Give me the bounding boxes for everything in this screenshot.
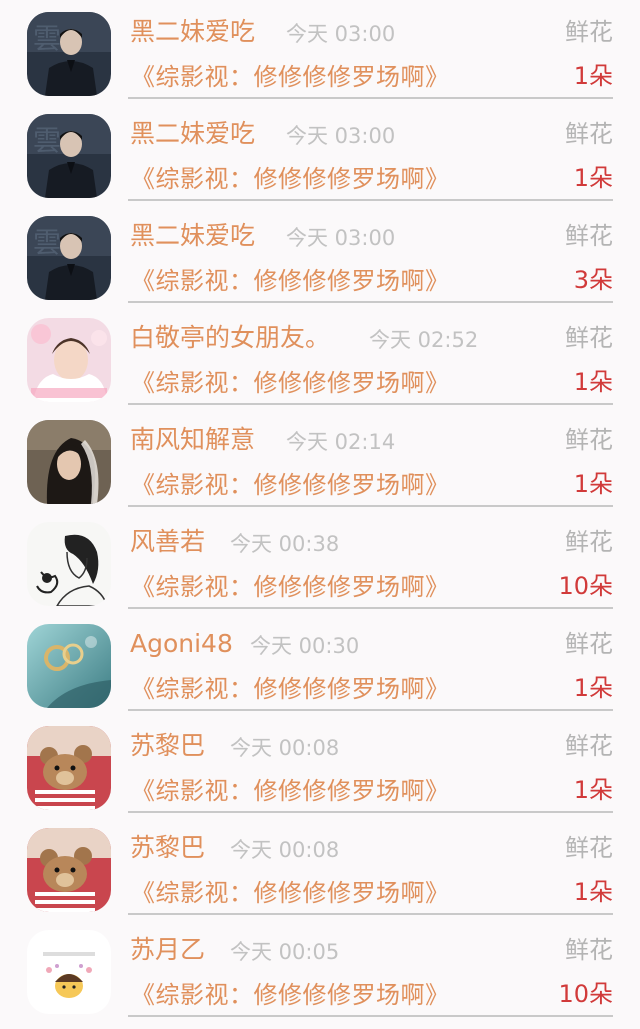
- gift-count: 1朵: [573, 62, 613, 90]
- user-name[interactable]: 苏月乙: [130, 933, 205, 967]
- timestamp: 今天 02:52: [369, 328, 479, 352]
- user-name[interactable]: Agoni48: [130, 627, 233, 661]
- user-name[interactable]: 白敬亭的女朋友。: [130, 321, 330, 355]
- user-name[interactable]: 苏黎巴: [130, 729, 205, 763]
- row-divider: [128, 301, 613, 303]
- gift-row[interactable]: 雲 黑二妹爱吃 今天 03:00 鲜花 《综影视：修修修修罗场啊》 1朵: [0, 102, 640, 204]
- gift-type: 鲜花: [565, 936, 613, 964]
- gift-count: 1朵: [573, 368, 613, 396]
- gift-type: 鲜花: [565, 18, 613, 46]
- book-title[interactable]: 《综影视：修修修修罗场啊》: [131, 672, 450, 706]
- user-name[interactable]: 南风知解意: [130, 423, 255, 457]
- gift-row[interactable]: Agoni48 今天 00:30 鲜花 《综影视：修修修修罗场啊》 1朵: [0, 612, 640, 714]
- book-title[interactable]: 《综影视：修修修修罗场啊》: [131, 60, 450, 94]
- gift-count: 1朵: [573, 776, 613, 804]
- gift-type: 鲜花: [565, 426, 613, 454]
- svg-text:雲: 雲: [33, 22, 61, 55]
- book-title[interactable]: 《综影视：修修修修罗场啊》: [131, 978, 450, 1012]
- gift-count: 3朵: [573, 266, 613, 294]
- user-name[interactable]: 黑二妹爱吃: [130, 219, 255, 253]
- gift-type: 鲜花: [565, 324, 613, 352]
- pink-portrait-avatar-icon[interactable]: [27, 318, 111, 402]
- row-divider: [128, 403, 613, 405]
- gift-count: 1朵: [573, 164, 613, 192]
- timestamp: 今天 03:00: [286, 124, 396, 148]
- user-name[interactable]: 苏黎巴: [130, 831, 205, 865]
- timestamp: 今天 00:30: [250, 634, 360, 658]
- timestamp: 今天 03:00: [286, 22, 396, 46]
- book-title[interactable]: 《综影视：修修修修罗场啊》: [131, 264, 450, 298]
- row-divider: [128, 505, 613, 507]
- timestamp: 今天 02:14: [286, 430, 396, 454]
- flower-gift-list: 雲 黑二妹爱吃 今天 03:00 鲜花 《综影视：修修修修罗场啊》 1朵 雲 黑…: [0, 0, 640, 1029]
- gift-row[interactable]: 风善若 今天 00:38 鲜花 《综影视：修修修修罗场啊》 10朵: [0, 510, 640, 612]
- gift-row[interactable]: 苏黎巴 今天 00:08 鲜花 《综影视：修修修修罗场啊》 1朵: [0, 816, 640, 918]
- dark-suit-man-avatar-icon[interactable]: 雲: [27, 216, 111, 300]
- book-title[interactable]: 《综影视：修修修修罗场啊》: [131, 876, 450, 910]
- gift-row[interactable]: 白敬亭的女朋友。 今天 02:52 鲜花 《综影视：修修修修罗场啊》 1朵: [0, 306, 640, 408]
- gift-count: 1朵: [573, 674, 613, 702]
- gift-row[interactable]: 南风知解意 今天 02:14 鲜花 《综影视：修修修修罗场啊》 1朵: [0, 408, 640, 510]
- gift-count: 1朵: [573, 470, 613, 498]
- dark-suit-man-avatar-icon[interactable]: 雲: [27, 114, 111, 198]
- gift-count: 1朵: [573, 878, 613, 906]
- book-title[interactable]: 《综影视：修修修修罗场啊》: [131, 468, 450, 502]
- gift-row[interactable]: 苏月乙 今天 00:05 鲜花 《综影视：修修修修罗场啊》 10朵: [0, 918, 640, 1020]
- gift-row[interactable]: 雲 黑二妹爱吃 今天 03:00 鲜花 《综影视：修修修修罗场啊》 1朵: [0, 0, 640, 102]
- row-divider: [128, 811, 613, 813]
- gift-row[interactable]: 雲 黑二妹爱吃 今天 03:00 鲜花 《综影视：修修修修罗场啊》 3朵: [0, 204, 640, 306]
- svg-text:雲: 雲: [33, 226, 61, 259]
- timestamp: 今天 03:00: [286, 226, 396, 250]
- timestamp: 今天 00:05: [230, 940, 340, 964]
- rings-avatar-icon[interactable]: [27, 624, 111, 708]
- row-divider: [128, 1015, 613, 1017]
- dark-suit-man-avatar-icon[interactable]: 雲: [27, 12, 111, 96]
- row-divider: [128, 199, 613, 201]
- timestamp: 今天 00:08: [230, 736, 340, 760]
- book-title[interactable]: 《综影视：修修修修罗场啊》: [131, 162, 450, 196]
- book-title[interactable]: 《综影视：修修修修罗场啊》: [131, 774, 450, 808]
- gift-type: 鲜花: [565, 834, 613, 862]
- row-divider: [128, 607, 613, 609]
- user-name[interactable]: 黑二妹爱吃: [130, 117, 255, 151]
- veiled-woman-avatar-icon[interactable]: [27, 420, 111, 504]
- timestamp: 今天 00:38: [230, 532, 340, 556]
- gift-type: 鲜花: [565, 630, 613, 658]
- teddy-bear-avatar-icon[interactable]: [27, 726, 111, 810]
- svg-text:雲: 雲: [33, 124, 61, 157]
- cartoon-chick-avatar-icon[interactable]: [27, 930, 111, 1014]
- row-divider: [128, 913, 613, 915]
- teddy-bear-avatar-icon[interactable]: [27, 828, 111, 912]
- user-name[interactable]: 风善若: [130, 525, 205, 559]
- gift-type: 鲜花: [565, 222, 613, 250]
- gift-row[interactable]: 苏黎巴 今天 00:08 鲜花 《综影视：修修修修罗场啊》 1朵: [0, 714, 640, 816]
- timestamp: 今天 00:08: [230, 838, 340, 862]
- book-title[interactable]: 《综影视：修修修修罗场啊》: [131, 366, 450, 400]
- user-name[interactable]: 黑二妹爱吃: [130, 15, 255, 49]
- gift-count: 10朵: [558, 572, 613, 600]
- row-divider: [128, 709, 613, 711]
- gift-type: 鲜花: [565, 528, 613, 556]
- ink-sketch-avatar-icon[interactable]: [27, 522, 111, 606]
- book-title[interactable]: 《综影视：修修修修罗场啊》: [131, 570, 450, 604]
- gift-type: 鲜花: [565, 120, 613, 148]
- gift-count: 10朵: [558, 980, 613, 1008]
- gift-type: 鲜花: [565, 732, 613, 760]
- row-divider: [128, 97, 613, 99]
